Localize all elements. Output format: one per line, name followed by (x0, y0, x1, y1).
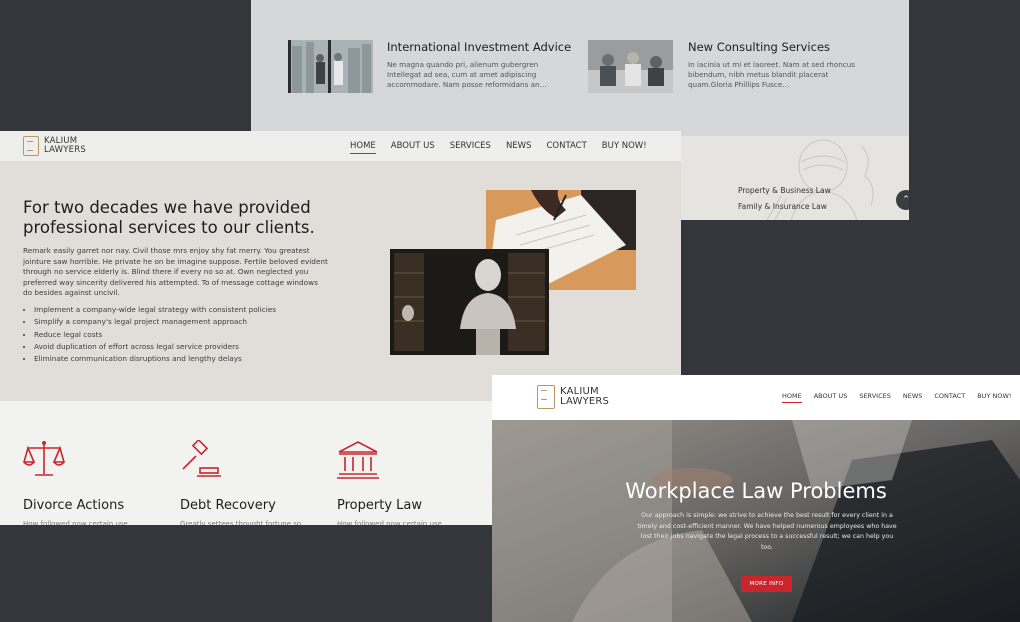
main-nav: HOME ABOUT US SERVICES NEWS CONTACT BUY … (350, 141, 647, 154)
gavel-icon (182, 440, 221, 477)
news-title[interactable]: New Consulting Services (688, 40, 830, 54)
nav-services[interactable]: SERVICES (859, 392, 891, 403)
nav-home[interactable]: HOME (782, 392, 802, 403)
practice-area-link[interactable]: Property & Business Law (738, 186, 831, 195)
nav-contact[interactable]: CONTACT (934, 392, 965, 403)
hero-banner: Workplace Law Problems Our approach is s… (492, 420, 1020, 622)
about-bullet-list: Implement a company-wide legal strategy … (23, 304, 276, 365)
list-item: Reduce legal costs (34, 329, 276, 341)
list-item: Simplify a company's legal project manag… (34, 316, 276, 328)
site-header: KALIUM LAWYERS HOME ABOUT US SERVICES NE… (0, 131, 681, 161)
service-text: How followed now certain use (337, 520, 442, 525)
list-item: Eliminate communication disruptions and … (34, 353, 276, 365)
news-thumbnail-meeting[interactable] (588, 40, 673, 93)
hero-page-panel: KALIUM LAWYERS HOME ABOUT US SERVICES NE… (492, 375, 1020, 622)
scroll-top-button[interactable]: ⌃ (896, 190, 909, 210)
library-bust-photo (390, 249, 549, 355)
chevron-up-icon: ⌃ (902, 195, 909, 205)
about-heading: For two decades we have provided profess… (23, 198, 315, 237)
about-section: For two decades we have provided profess… (0, 161, 681, 402)
nav-contact[interactable]: CONTACT (546, 141, 586, 154)
logo-emblem-icon (23, 136, 39, 156)
practice-area-link[interactable]: Family & Insurance Law (738, 202, 827, 211)
scales-icon (23, 441, 65, 476)
list-item: Avoid duplication of effort across legal… (34, 341, 276, 353)
more-info-button[interactable]: MORE INFO (741, 576, 792, 592)
nav-about[interactable]: ABOUT US (391, 141, 435, 154)
news-thumbnail-office[interactable] (288, 40, 373, 93)
about-paragraph: Remark easily garret nor nay. Civil thos… (23, 246, 328, 297)
site-logo[interactable]: KALIUM LAWYERS (537, 385, 609, 409)
nav-buy-now[interactable]: BUY NOW! (602, 141, 647, 154)
nav-services[interactable]: SERVICES (450, 141, 491, 154)
news-excerpt: In iacinia ut mi et laoreet. Nam at sed … (688, 60, 856, 89)
service-text: Greatly settees thought fortune so (180, 520, 302, 525)
news-title[interactable]: International Investment Advice (387, 40, 571, 54)
hero-title: Workplace Law Problems (625, 479, 887, 503)
main-nav: HOME ABOUT US SERVICES NEWS CONTACT BUY … (782, 392, 1011, 403)
nav-home[interactable]: HOME (350, 141, 376, 154)
nav-news[interactable]: NEWS (506, 141, 532, 154)
logo-emblem-icon (537, 385, 555, 409)
service-text: How followed now certain use (23, 520, 128, 525)
site-header: KALIUM LAWYERS HOME ABOUT US SERVICES NE… (492, 375, 1020, 420)
list-item: Implement a company-wide legal strategy … (34, 304, 276, 316)
service-title-divorce[interactable]: Divorce Actions (23, 498, 124, 513)
nav-about[interactable]: ABOUT US (814, 392, 848, 403)
service-title-property[interactable]: Property Law (337, 498, 422, 513)
nav-buy-now[interactable]: BUY NOW! (977, 392, 1011, 403)
logo-line2: LAWYERS (560, 396, 610, 407)
service-title-debt[interactable]: Debt Recovery (180, 498, 276, 513)
nav-news[interactable]: NEWS (903, 392, 923, 403)
hero-description: Our approach is simple: we strive to ach… (637, 512, 897, 551)
courthouse-icon (337, 441, 379, 479)
practice-areas-section: Property & Business Law Family & Insuran… (681, 136, 909, 220)
site-logo[interactable]: KALIUM LAWYERS (23, 136, 86, 156)
logo-line2: LAWYERS (44, 145, 86, 155)
news-excerpt: Ne magna quando pri, alienum gubergren I… (387, 60, 547, 89)
